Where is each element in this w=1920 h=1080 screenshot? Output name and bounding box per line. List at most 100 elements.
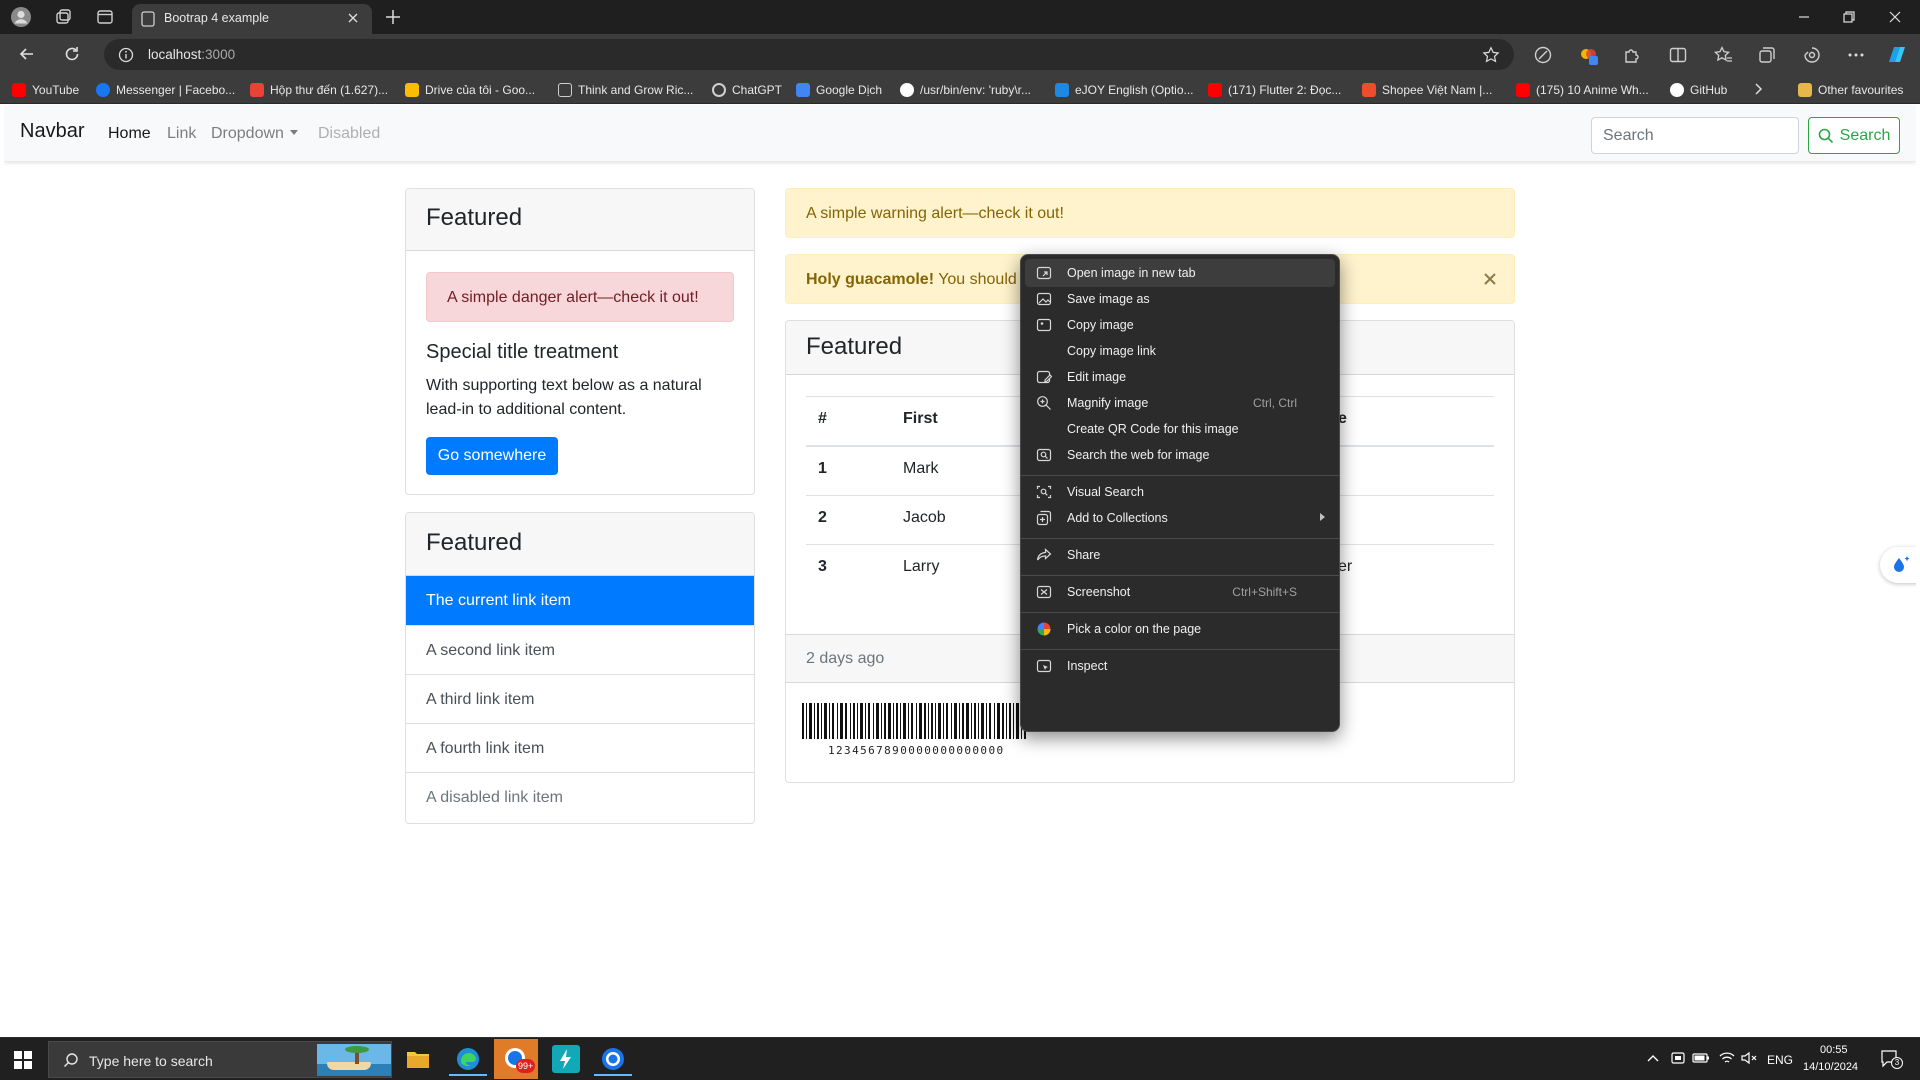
workspaces-icon[interactable] — [54, 8, 72, 26]
list-item-current[interactable]: The current link item — [406, 576, 754, 625]
google-translate-icon — [796, 83, 810, 97]
go-somewhere-button[interactable]: Go somewhere — [426, 437, 558, 475]
menu-item-screenshot[interactable]: Screenshot Ctrl+Shift+S — [1025, 578, 1335, 606]
menu-separator — [1021, 649, 1339, 650]
navbar-brand[interactable]: Navbar — [20, 120, 84, 143]
tracking-prevention-icon[interactable] — [1533, 45, 1553, 65]
wifi-icon[interactable] — [1718, 1050, 1736, 1066]
menu-item-copy-image-link[interactable]: Copy image link — [1025, 337, 1335, 365]
language-indicator[interactable]: ENG — [1767, 1053, 1793, 1067]
favorite-star-icon[interactable] — [1482, 46, 1500, 64]
menu-item-create-qr-code[interactable]: Create QR Code for this image — [1025, 415, 1335, 443]
file-explorer-icon[interactable] — [406, 1048, 430, 1070]
split-screen-icon[interactable] — [1668, 45, 1688, 65]
menu-item-open-image-new-tab[interactable]: Open image in new tab — [1025, 259, 1335, 287]
close-window-icon[interactable] — [1888, 10, 1902, 24]
back-icon[interactable] — [17, 44, 37, 64]
notification-center-icon[interactable]: 3 — [1880, 1049, 1903, 1069]
menu-item-pick-color[interactable]: Pick a color on the page — [1025, 615, 1335, 643]
new-tab-icon[interactable] — [384, 8, 402, 26]
bookmark-gmail[interactable]: Hộp thư đến (1.627)... — [250, 81, 388, 99]
edge-sidebar-float-button[interactable] — [1880, 547, 1916, 583]
browser-essentials-icon[interactable] — [1802, 45, 1822, 65]
menu-item-inspect[interactable]: Inspect — [1025, 652, 1335, 680]
menu-item-label: Magnify image — [1067, 396, 1149, 410]
clock-date[interactable]: 14/10/2024 — [1803, 1061, 1858, 1073]
close-tab-icon[interactable] — [346, 11, 360, 25]
vertical-tabs-icon[interactable] — [96, 8, 114, 26]
screenshot-icon — [1036, 585, 1052, 599]
collections-icon[interactable] — [1757, 45, 1777, 65]
chevron-up-icon[interactable] — [1646, 1052, 1660, 1064]
address-bar[interactable]: localhost:3000 — [104, 39, 1514, 70]
menu-item-search-web-image[interactable]: Search the web for image — [1025, 441, 1335, 469]
menu-item-label: Open image in new tab — [1067, 266, 1196, 280]
favorites-icon[interactable] — [1713, 45, 1733, 65]
bookmark-messenger[interactable]: Messenger | Facebo... — [96, 81, 235, 99]
power-automate-icon[interactable] — [552, 1045, 580, 1073]
menu-separator — [1021, 538, 1339, 539]
gmail-icon — [250, 83, 264, 97]
nav-dropdown[interactable]: Dropdown — [211, 125, 298, 143]
list-item-third[interactable]: A third link item — [406, 674, 754, 723]
profile-avatar-icon[interactable] — [10, 6, 32, 28]
meet-now-icon[interactable] — [1670, 1050, 1686, 1066]
more-options-icon[interactable] — [1846, 45, 1866, 65]
taskbar-search-placeholder: Type here to search — [89, 1053, 213, 1069]
clock-time[interactable]: 00:55 — [1820, 1044, 1848, 1056]
bookmark-think-and-grow[interactable]: Think and Grow Ric... — [558, 81, 693, 99]
site-info-icon[interactable] — [118, 47, 134, 63]
extension-colorful-icon[interactable] — [1578, 45, 1600, 67]
list-item-fourth[interactable]: A fourth link item — [406, 723, 754, 772]
card-text-line-1: With supporting text below as a natural — [426, 377, 702, 394]
refresh-icon[interactable] — [62, 44, 82, 64]
menu-separator — [1021, 475, 1339, 476]
bookmark-youtube[interactable]: YouTube — [12, 81, 79, 99]
bookmark-flutter[interactable]: (171) Flutter 2: Đọc... — [1208, 81, 1341, 99]
youtube-icon — [1516, 83, 1530, 97]
extensions-puzzle-icon[interactable] — [1622, 45, 1642, 65]
edge-browser-icon[interactable] — [449, 1046, 487, 1076]
card-header: Featured — [406, 513, 754, 576]
search-button[interactable]: Search — [1808, 117, 1900, 154]
close-icon[interactable] — [1483, 272, 1497, 286]
tab-bar: Bootrap 4 example — [0, 0, 1920, 34]
taskbar-search-box[interactable]: Type here to search — [48, 1041, 392, 1078]
chrome-browser-icon[interactable] — [594, 1046, 632, 1076]
barcode-number: 1234567890000000000000 — [828, 744, 1005, 757]
bookmark-shopee[interactable]: Shopee Việt Nam |... — [1362, 81, 1492, 99]
menu-item-save-image-as[interactable]: Save image as — [1025, 285, 1335, 313]
other-favourites[interactable]: Other favourites — [1798, 81, 1903, 99]
battery-icon — [1692, 1052, 1710, 1064]
menu-item-add-to-collections[interactable]: Add to Collections — [1025, 504, 1335, 532]
volume-muted-icon[interactable] — [1740, 1050, 1758, 1066]
url-text[interactable]: localhost:3000 — [148, 47, 235, 62]
bookmark-anime[interactable]: (175) 10 Anime Wh... — [1516, 81, 1649, 99]
nav-link-link[interactable]: Link — [167, 125, 196, 143]
menu-item-label: Inspect — [1067, 659, 1108, 673]
search-input[interactable] — [1591, 117, 1799, 154]
menu-item-magnify-image[interactable]: Magnify image Ctrl, Ctrl — [1025, 389, 1335, 417]
menu-item-copy-image[interactable]: Copy image — [1025, 311, 1335, 339]
menu-item-edit-image[interactable]: Edit image — [1025, 363, 1335, 391]
bookmark-drive[interactable]: Drive của tôi - Goo... — [405, 81, 535, 99]
bookmark-ruby-error[interactable]: /usr/bin/env: 'ruby\r... — [900, 81, 1031, 99]
windows-start-icon[interactable] — [14, 1051, 32, 1069]
menu-item-share[interactable]: Share — [1025, 541, 1335, 569]
bookmark-chatgpt[interactable]: ChatGPT — [712, 81, 782, 99]
table-header-num: # — [818, 410, 827, 427]
bookmark-google-translate[interactable]: Google Dịch — [796, 81, 882, 99]
menu-item-visual-search[interactable]: Visual Search — [1025, 478, 1335, 506]
bookmark-github[interactable]: GitHub — [1670, 81, 1727, 99]
bookmark-ejoy[interactable]: eJOY English (Optio... — [1055, 81, 1194, 99]
zalo-app-tile[interactable]: 99+ — [494, 1039, 538, 1079]
magnify-icon — [1037, 396, 1051, 410]
chevron-right-icon[interactable] — [1752, 82, 1764, 96]
tab-bootstrap-example[interactable]: Bootrap 4 example — [132, 4, 372, 34]
list-item-second[interactable]: A second link item — [406, 625, 754, 674]
restore-icon[interactable] — [1842, 10, 1856, 24]
minimize-icon[interactable] — [1796, 10, 1812, 24]
nav-link-home[interactable]: Home — [108, 125, 151, 143]
copilot-icon[interactable] — [1884, 42, 1910, 68]
bookmark-label: Think and Grow Ric... — [578, 83, 694, 97]
